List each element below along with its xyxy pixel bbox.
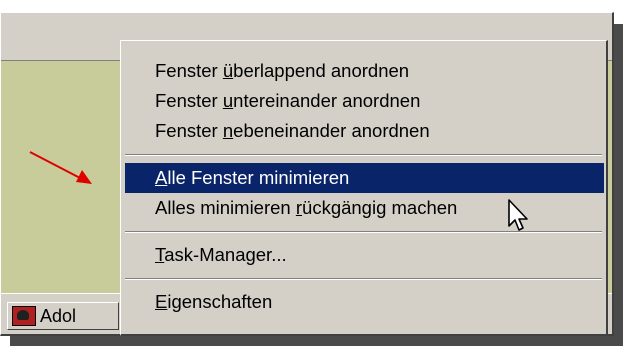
taskbar-context-menu[interactable]: Fenster überlappend anordnen Fenster unt… bbox=[120, 40, 608, 336]
menu-item-tile-horizontal[interactable]: Fenster untereinander anordnen bbox=[121, 86, 606, 116]
menu-item-minimize-all[interactable]: Alle Fenster minimieren bbox=[125, 163, 604, 193]
menu-separator bbox=[125, 154, 602, 156]
menu-separator bbox=[125, 231, 602, 233]
menu-separator bbox=[125, 278, 602, 280]
menu-item-task-manager[interactable]: Task-Manager... bbox=[121, 240, 606, 270]
menu-item-undo-minimize-all[interactable]: Alles minimieren rückgängig machen bbox=[121, 193, 606, 223]
app-icon bbox=[12, 306, 36, 326]
menu-item-tile-vertical[interactable]: Fenster nebeneinander anordnen bbox=[121, 116, 606, 146]
taskbar-button[interactable]: Adol bbox=[7, 302, 119, 330]
menu-item-cascade[interactable]: Fenster überlappend anordnen bbox=[121, 56, 606, 86]
taskbar-button-label: Adol bbox=[40, 305, 77, 326]
menu-item-properties[interactable]: Eigenschaften bbox=[121, 287, 606, 317]
